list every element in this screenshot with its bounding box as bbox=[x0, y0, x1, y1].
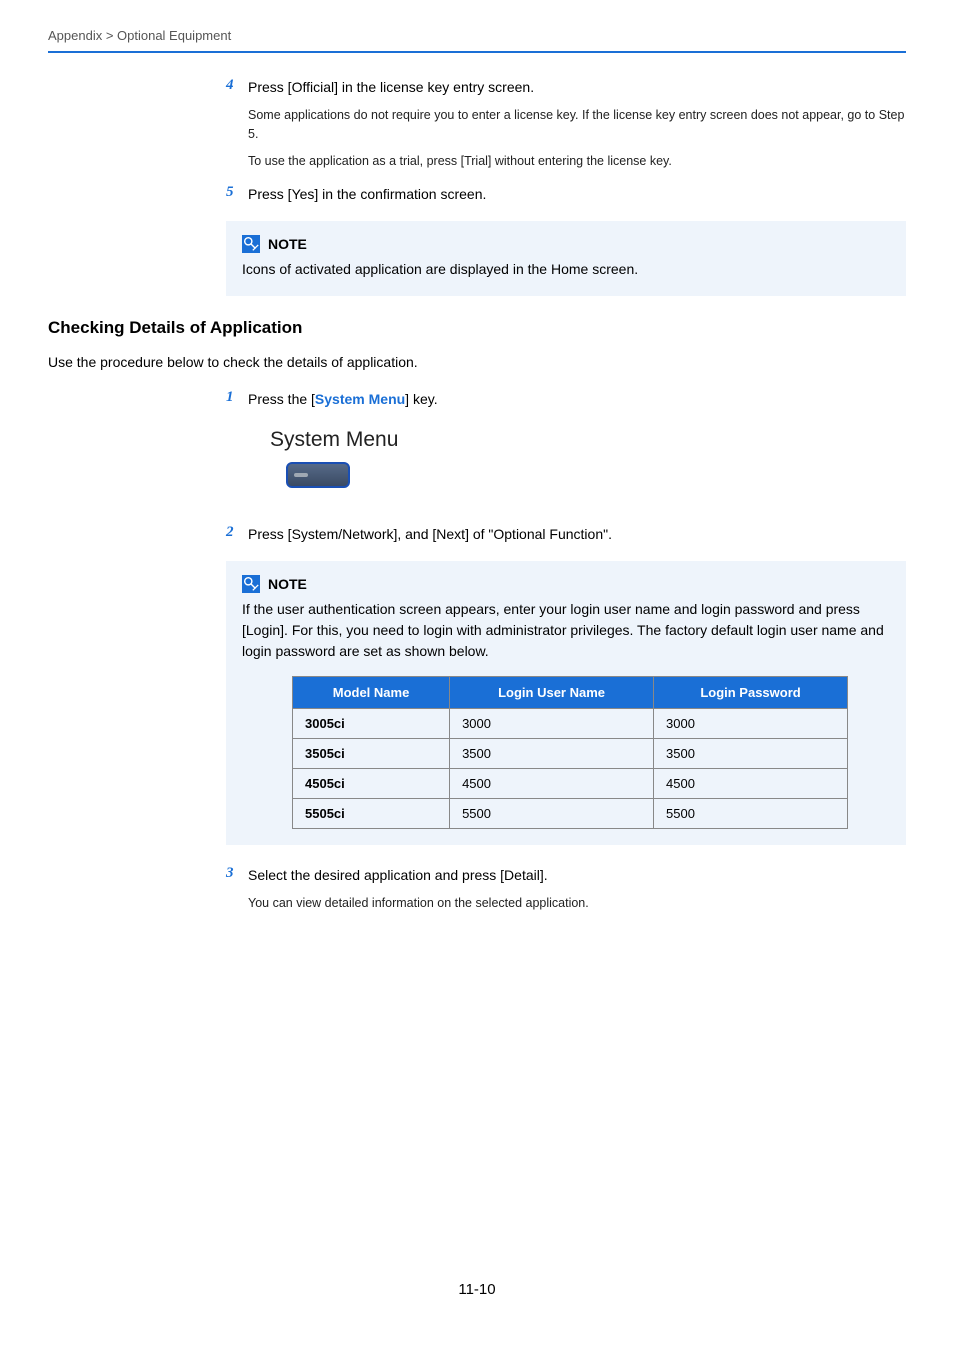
step-number: 5 bbox=[226, 184, 248, 205]
step-2: 2 Press [System/Network], and [Next] of … bbox=[226, 524, 906, 545]
note-title: NOTE bbox=[268, 236, 307, 252]
step-number: 3 bbox=[226, 865, 248, 913]
breadcrumb: Appendix > Optional Equipment bbox=[48, 28, 906, 43]
step-subtext: To use the application as a trial, press… bbox=[248, 152, 906, 171]
table-row: 3005ci 3000 3000 bbox=[293, 709, 848, 739]
step-number: 2 bbox=[226, 524, 248, 545]
step-text: Select the desired application and press… bbox=[248, 865, 906, 886]
table-header: Login User Name bbox=[450, 677, 654, 709]
step-1: 1 Press the [System Menu] key. System Me… bbox=[226, 389, 906, 506]
note-text: If the user authentication screen appear… bbox=[242, 599, 890, 662]
section-heading: Checking Details of Application bbox=[48, 318, 906, 338]
step-4: 4 Press [Official] in the license key en… bbox=[226, 77, 906, 170]
note-box: NOTE If the user authentication screen a… bbox=[226, 561, 906, 845]
note-box: NOTE Icons of activated application are … bbox=[226, 221, 906, 296]
table-row: 4505ci 4500 4500 bbox=[293, 769, 848, 799]
note-text: Icons of activated application are displ… bbox=[242, 259, 890, 280]
system-menu-key-diagram: System Menu bbox=[270, 428, 906, 488]
step-subtext: Some applications do not require you to … bbox=[248, 106, 906, 144]
note-icon bbox=[242, 575, 260, 593]
header-rule bbox=[48, 51, 906, 53]
step-5: 5 Press [Yes] in the confirmation screen… bbox=[226, 184, 906, 205]
note-title: NOTE bbox=[268, 576, 307, 592]
table-header: Model Name bbox=[293, 677, 450, 709]
step-text: Press [System/Network], and [Next] of "O… bbox=[248, 524, 906, 545]
system-menu-link[interactable]: System Menu bbox=[315, 391, 405, 407]
note-icon bbox=[242, 235, 260, 253]
step-subtext: You can view detailed information on the… bbox=[248, 894, 906, 913]
table-row: 5505ci 5500 5500 bbox=[293, 799, 848, 829]
section-intro: Use the procedure below to check the det… bbox=[48, 352, 906, 373]
system-menu-label: System Menu bbox=[270, 428, 906, 452]
step-number: 4 bbox=[226, 77, 248, 170]
step-text: Press the [System Menu] key. bbox=[248, 389, 906, 410]
system-menu-button-graphic bbox=[286, 462, 350, 488]
step-text: Press [Yes] in the confirmation screen. bbox=[248, 184, 906, 205]
table-header: Login Password bbox=[654, 677, 848, 709]
step-number: 1 bbox=[226, 389, 248, 506]
step-text: Press [Official] in the license key entr… bbox=[248, 77, 906, 98]
step-3: 3 Select the desired application and pre… bbox=[226, 865, 906, 913]
table-row: 3505ci 3500 3500 bbox=[293, 739, 848, 769]
login-credentials-table: Model Name Login User Name Login Passwor… bbox=[292, 676, 848, 829]
page-number: 11-10 bbox=[0, 1281, 954, 1298]
